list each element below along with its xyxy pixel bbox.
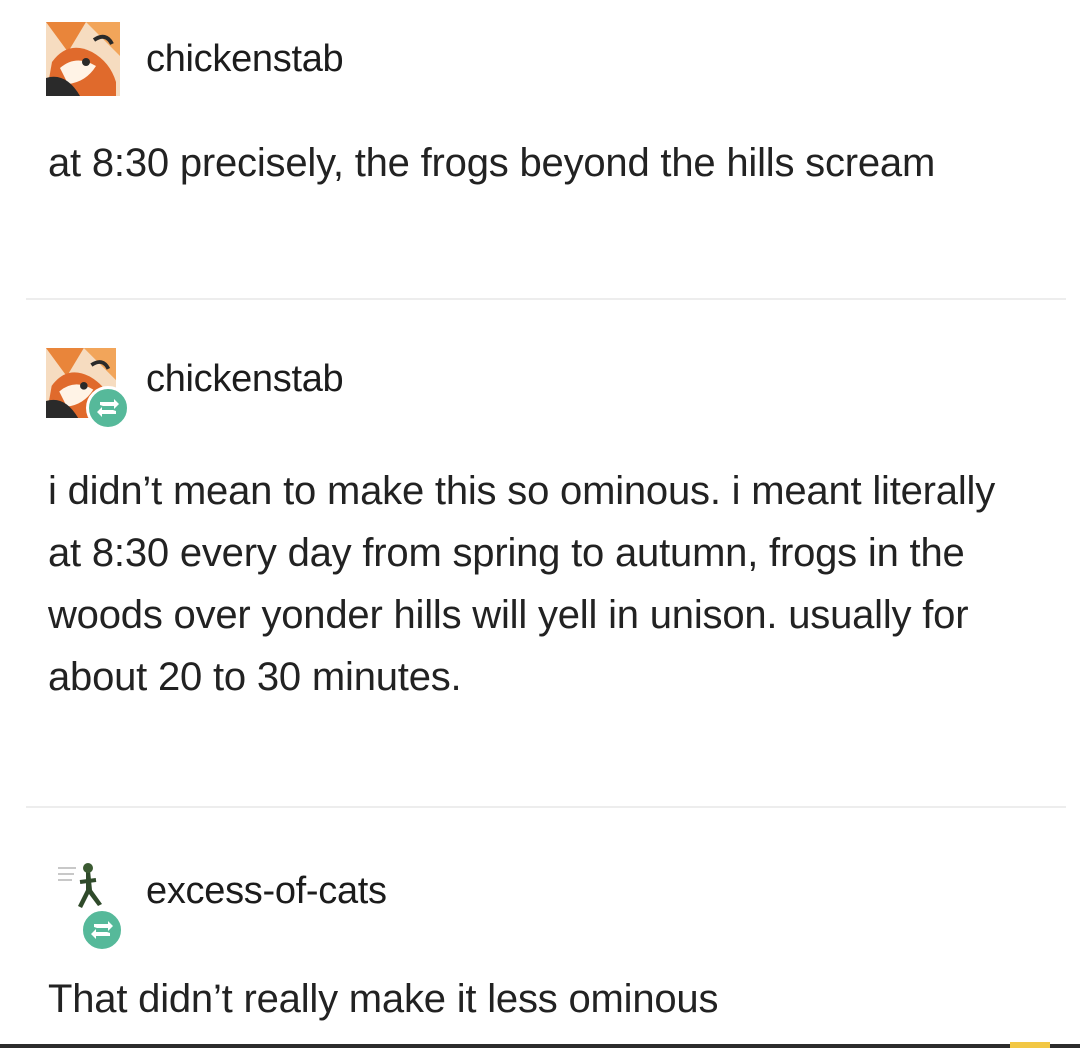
post-username[interactable]: excess-of-cats — [146, 870, 387, 913]
post-reblog-1: chickenstab i didn’t mean to make this s… — [0, 340, 1080, 780]
post-reblog-2: excess-of-cats That didn’t really make i… — [0, 856, 1080, 1036]
post-username[interactable]: chickenstab — [146, 358, 344, 401]
tumblr-thread: chickenstab at 8:30 precisely, the frogs… — [0, 0, 1080, 1048]
post-text: at 8:30 precisely, the frogs beyond the … — [48, 141, 936, 185]
reblog-icon — [80, 908, 124, 952]
chickenstab-avatar-icon[interactable] — [46, 22, 120, 96]
post-username[interactable]: chickenstab — [146, 38, 344, 81]
post-divider — [26, 298, 1066, 300]
post-divider — [26, 806, 1066, 808]
bottom-border — [0, 1044, 1080, 1048]
post-original: chickenstab at 8:30 precisely, the frogs… — [0, 22, 1080, 282]
post-text: That didn’t really make it less ominous — [48, 977, 719, 1021]
watermark-mark — [1010, 1042, 1050, 1048]
post-header: chickenstab — [46, 340, 946, 430]
post-header: excess-of-cats — [46, 856, 946, 952]
reblog-icon — [86, 386, 130, 430]
post-text: i didn’t mean to make this so ominous. i… — [48, 469, 996, 699]
post-header: chickenstab — [46, 22, 946, 102]
